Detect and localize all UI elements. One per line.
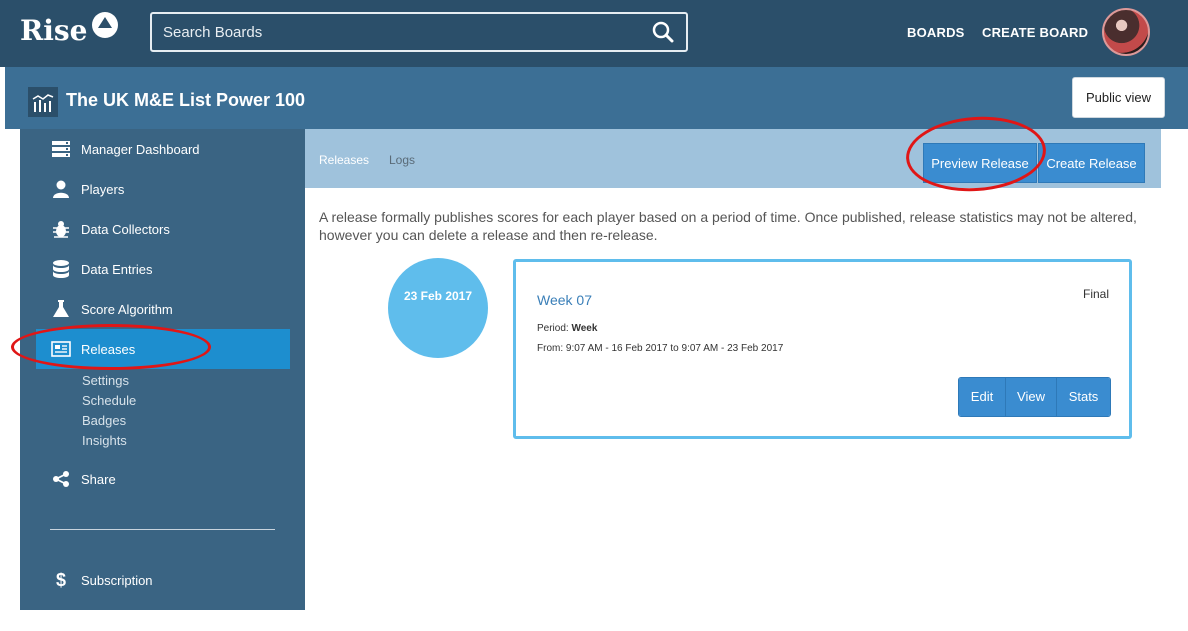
sidebar-item-label: Manager Dashboard	[81, 141, 200, 157]
database-icon	[51, 259, 71, 279]
dollar-icon: $	[55, 569, 66, 590]
stats-button[interactable]: Stats	[1057, 378, 1110, 416]
sidebar-item-label: Share	[81, 471, 116, 487]
search-input[interactable]	[152, 14, 632, 50]
period-value: Week	[571, 323, 598, 334]
release-range: From: 9:07 AM - 16 Feb 2017 to 9:07 AM -…	[537, 343, 784, 354]
create-release-button[interactable]: Create Release	[1038, 143, 1145, 183]
edit-button[interactable]: Edit	[959, 378, 1006, 416]
search-box	[150, 12, 688, 52]
tab-logs[interactable]: Logs	[389, 153, 415, 167]
release-status: Final	[1082, 287, 1109, 301]
board-chart-icon	[28, 87, 58, 117]
release-date-badge: 23 Feb 2017	[388, 258, 488, 358]
nav-create-board-link[interactable]: CREATE BOARD	[982, 25, 1088, 40]
sidebar-item-label: Subscription	[81, 572, 153, 588]
public-view-button[interactable]: Public view	[1072, 77, 1165, 118]
release-description: A release formally publishes scores for …	[319, 209, 1137, 243]
sidebar-item-data-entries[interactable]: Data Entries	[20, 249, 290, 289]
sidebar-item-data-collectors[interactable]: Data Collectors	[20, 209, 290, 249]
sidebar-item-label: Score Algorithm	[81, 301, 173, 317]
board-title: The UK M&E List Power 100	[66, 90, 306, 110]
sidebar-item-players[interactable]: Players	[20, 169, 290, 209]
release-period: Period: Week	[537, 323, 597, 334]
nav-boards-link[interactable]: BOARDS	[907, 25, 965, 40]
top-navbar: Rise BOARDS CREATE BOARD	[0, 0, 1188, 67]
annotation-ellipse-releases	[11, 324, 211, 370]
sidebar-subitem-insights[interactable]: Insights	[82, 433, 127, 448]
sidebar-item-label: Data Entries	[81, 261, 153, 277]
bug-icon	[51, 219, 71, 239]
release-title[interactable]: Week 07	[537, 292, 592, 308]
logo[interactable]: Rise	[20, 14, 87, 47]
sidebar-subitem-settings[interactable]: Settings	[82, 373, 129, 388]
logo-mark-icon	[92, 12, 118, 38]
sidebar-item-label: Data Collectors	[81, 221, 170, 237]
search-icon[interactable]	[652, 21, 674, 43]
flask-icon	[51, 299, 71, 319]
view-button[interactable]: View	[1006, 378, 1057, 416]
release-actions: Edit View Stats	[958, 377, 1111, 417]
sidebar-divider	[50, 529, 275, 530]
share-icon	[51, 469, 71, 489]
user-avatar[interactable]	[1102, 8, 1150, 56]
release-card: Week 07 Final Period: Week From: 9:07 AM…	[513, 259, 1132, 439]
sidebar-item-manager-dashboard[interactable]: Manager Dashboard	[20, 129, 290, 169]
sidebar-subitem-schedule[interactable]: Schedule	[82, 393, 136, 408]
sidebar-item-share[interactable]: Share	[20, 459, 290, 499]
sidebar-item-label: Players	[81, 181, 125, 197]
sidebar-subitem-badges[interactable]: Badges	[82, 413, 126, 428]
dashboard-icon	[51, 139, 71, 159]
period-label: Period:	[537, 323, 569, 334]
user-icon	[51, 179, 71, 199]
sidebar-item-subscription[interactable]: $ Subscription	[20, 560, 290, 600]
sidebar: Manager Dashboard Players Data Collector…	[20, 129, 305, 610]
tab-releases[interactable]: Releases	[319, 153, 369, 167]
sidebar-item-score-algorithm[interactable]: Score Algorithm	[20, 289, 290, 329]
